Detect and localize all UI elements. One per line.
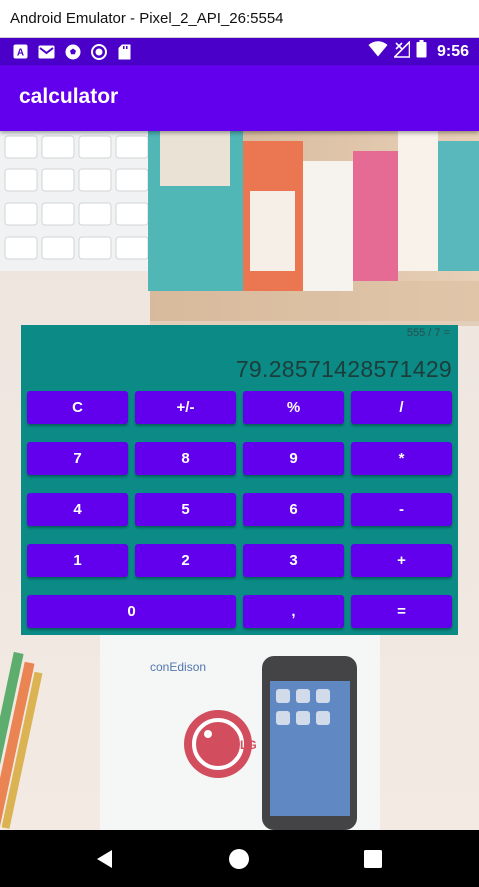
emulator-window: Android Emulator - Pixel_2_API_26:5554 A bbox=[0, 0, 479, 887]
digit-6-button[interactable]: 6 bbox=[243, 493, 344, 526]
digit-2-button[interactable]: 2 bbox=[135, 544, 236, 577]
no-signal-icon bbox=[392, 39, 411, 63]
digit-4-button[interactable]: 4 bbox=[27, 493, 128, 526]
circle-icon bbox=[90, 43, 107, 60]
digit-3-button[interactable]: 3 bbox=[243, 544, 344, 577]
digit-9-button[interactable]: 9 bbox=[243, 442, 344, 475]
window-title: Android Emulator - Pixel_2_API_26:5554 bbox=[0, 0, 479, 38]
system-icons: 9:56 bbox=[368, 39, 469, 63]
subtract-button[interactable]: - bbox=[351, 493, 452, 526]
sign-toggle-button[interactable]: +/- bbox=[135, 391, 236, 424]
battery-icon bbox=[416, 40, 427, 63]
digit-5-button[interactable]: 5 bbox=[135, 493, 236, 526]
soccer-ball-icon bbox=[64, 43, 81, 60]
decimal-button[interactable]: , bbox=[243, 595, 344, 628]
equals-button[interactable]: = bbox=[351, 595, 452, 628]
home-icon[interactable] bbox=[226, 846, 252, 872]
notification-icons: A bbox=[12, 42, 133, 61]
digit-7-button[interactable]: 7 bbox=[27, 442, 128, 475]
add-button[interactable]: + bbox=[351, 544, 452, 577]
navigation-bar bbox=[0, 830, 479, 887]
recents-icon[interactable] bbox=[360, 846, 386, 872]
keyboard-icon: A bbox=[12, 43, 29, 60]
digit-8-button[interactable]: 8 bbox=[135, 442, 236, 475]
digit-0-button[interactable]: 0 bbox=[27, 595, 236, 628]
clock: 9:56 bbox=[436, 42, 469, 60]
back-icon[interactable] bbox=[92, 846, 118, 872]
gmail-icon bbox=[38, 43, 55, 60]
svg-text:A: A bbox=[17, 48, 24, 59]
digit-1-button[interactable]: 1 bbox=[27, 544, 128, 577]
app-title: calculator bbox=[19, 85, 119, 108]
percent-button[interactable]: % bbox=[243, 391, 344, 424]
wifi-icon bbox=[368, 41, 388, 62]
expression-display: 555 / 7 = bbox=[406, 327, 450, 339]
app-bar: calculator bbox=[0, 65, 479, 131]
multiply-button[interactable]: * bbox=[351, 442, 452, 475]
divide-button[interactable]: / bbox=[351, 391, 452, 424]
sd-card-icon bbox=[116, 43, 133, 60]
result-display: 79.28571428571429 bbox=[235, 356, 452, 382]
clear-button[interactable]: C bbox=[27, 391, 128, 424]
status-bar: A 9:56 bbox=[0, 38, 479, 65]
calculator-panel: 555 / 7 = 79.28571428571429 C +/- % / 7 … bbox=[21, 325, 458, 635]
